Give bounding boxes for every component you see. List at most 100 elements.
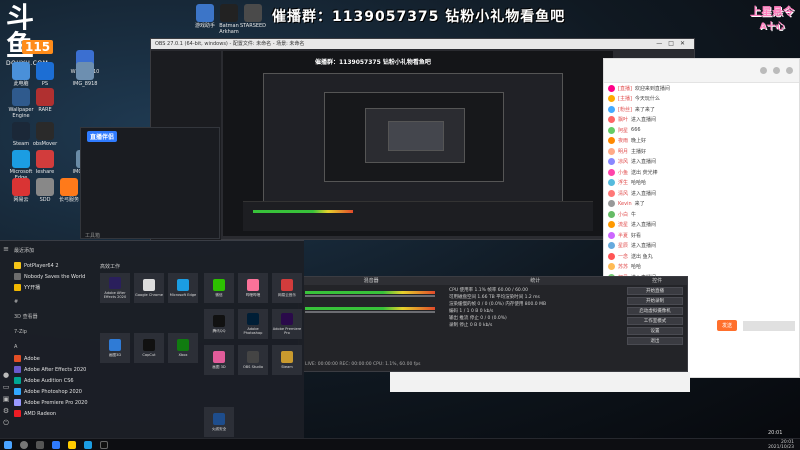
power-icon[interactable]: ⏻ [2, 419, 10, 427]
chat-message[interactable]: 半夏 好看 [604, 230, 799, 241]
helper-side-label[interactable]: 工具箱 [85, 232, 100, 239]
chat-message[interactable]: [粉丝] 来了来了 [604, 104, 799, 115]
search-icon[interactable] [20, 441, 28, 449]
live-helper-window[interactable]: 直播伴侣 工具箱 [80, 127, 220, 239]
pictures-icon[interactable]: ▣ [2, 395, 10, 403]
start-tile[interactable]: OBS Studio [238, 345, 268, 375]
app-list-item[interactable]: AMD Radeon [14, 408, 94, 419]
desktop-icon[interactable]: obsMover [28, 122, 62, 147]
control-button[interactable]: 开始直播 [627, 287, 683, 295]
app-list-item[interactable]: Adobe Photoshop 2020 [14, 386, 94, 397]
obs-mixer-window[interactable]: 混音器 统计 控件 CPU 使用率 1.1% 帧率 60.00 / 60.00 可… [298, 276, 688, 372]
chat-message[interactable]: 飘叶 进入直播间 [604, 115, 799, 126]
chat-message[interactable]: 小白牛 [604, 209, 799, 220]
mixer-track-desktop[interactable] [305, 291, 435, 297]
system-tray[interactable]: 20:01 2021/10/23 [768, 440, 794, 450]
start-tile[interactable]: 网易云音乐 [272, 273, 302, 303]
control-button[interactable]: 设置 [627, 327, 683, 335]
desktop-icon[interactable]: IMG_8918 [68, 62, 102, 87]
desktop-icon[interactable]: Ieshare [28, 150, 62, 175]
start-tile[interactable]: CapCut [134, 333, 164, 363]
start-tile[interactable]: Google Chrome [134, 273, 164, 303]
chat-message[interactable]: 阿星 666 [604, 125, 799, 136]
chat-username[interactable]: 星辰 [618, 242, 628, 249]
chat-message[interactable]: 星辰 进入直播间 [604, 241, 799, 252]
app-group-header[interactable]: 7-Zip [14, 327, 94, 338]
start-tile[interactable]: Adobe After Effects 2020 [100, 273, 130, 303]
control-button[interactable]: 工作室模式 [627, 317, 683, 325]
mixer-track-mic[interactable] [305, 307, 435, 313]
chat-message[interactable]: 浮生 哈哈哈 [604, 178, 799, 189]
chat-message[interactable]: 清风 进入直播间 [604, 188, 799, 199]
chat-username[interactable]: 飘叶 [618, 116, 628, 123]
obs-taskbar-icon[interactable] [100, 441, 108, 449]
chat-toolbar-dot[interactable] [786, 67, 793, 74]
volume-slider[interactable] [305, 295, 435, 297]
chat-message[interactable]: 凉风 进入直播间 [604, 157, 799, 168]
recent-app-item[interactable]: YY开播 [14, 282, 94, 293]
chat-input[interactable] [743, 321, 795, 331]
start-tile[interactable]: Adobe Photoshop [238, 309, 268, 339]
chat-message[interactable]: 苏苏 哈哈 [604, 262, 799, 273]
desktop-icon[interactable]: RARE [28, 88, 62, 113]
recent-app-item[interactable]: Nobody Saves the World [14, 271, 94, 282]
chat-username[interactable]: 浮生 [618, 179, 628, 186]
chat-username[interactable]: [主播] [618, 95, 632, 102]
start-tile[interactable]: 哔哩哔哩 [238, 273, 268, 303]
taskbar-app-icon[interactable] [52, 441, 60, 449]
chat-message[interactable]: 明月 主播好 [604, 146, 799, 157]
chat-username[interactable]: Kevin [618, 201, 632, 207]
chat-username[interactable]: 一念 [618, 253, 628, 260]
start-tile[interactable]: Xbox [168, 333, 198, 363]
chat-message[interactable]: 一念 送出 鱼丸 [604, 251, 799, 262]
chat-send-button[interactable]: 发送 [716, 320, 737, 331]
chat-username[interactable]: [粉丝] [618, 106, 632, 113]
chat-username[interactable]: 明月 [618, 148, 628, 155]
chat-username[interactable]: 凉风 [618, 158, 628, 165]
settings-icon[interactable]: ⚙ [2, 407, 10, 415]
user-icon[interactable]: ● [2, 371, 10, 379]
app-list-item[interactable]: Adobe Premiere Pro 2020 [14, 397, 94, 408]
task-view-icon[interactable] [36, 441, 44, 449]
start-tile[interactable]: 微信 [204, 273, 234, 303]
chat-message[interactable]: [直播] 欢迎来到直播间 [604, 83, 799, 94]
desktop-icon[interactable]: PS [28, 62, 62, 87]
taskbar-app-icon[interactable] [84, 441, 92, 449]
recent-app-item[interactable]: PotPlayer64 2 [14, 260, 94, 271]
start-tile[interactable]: Microsoft Edge [168, 273, 198, 303]
app-list-item[interactable]: Adobe Audition CS6 [14, 375, 94, 386]
app-group-header[interactable]: # [14, 297, 94, 308]
app-list-item[interactable]: Adobe After Effects 2020 [14, 364, 94, 375]
menu-icon[interactable]: ≡ [2, 245, 10, 253]
chat-toolbar-dot[interactable] [760, 67, 767, 74]
chat-username[interactable]: 清风 [618, 190, 628, 197]
start-menu[interactable]: ≡ ● ▭ ▣ ⚙ ⏻ 最近添加 PotPlayer64 2 Nobody Sav… [0, 240, 304, 438]
chat-username[interactable]: 流星 [618, 221, 628, 228]
app-list[interactable]: 最近添加 PotPlayer64 2 Nobody Saves the World… [14, 247, 94, 419]
chat-username[interactable]: 小鱼 [618, 169, 628, 176]
chat-message[interactable]: 流星 进入直播间 [604, 220, 799, 231]
chat-username[interactable]: 半夏 [618, 232, 628, 239]
control-button[interactable]: 开始录制 [627, 297, 683, 305]
window-controls[interactable]: —□✕ [656, 39, 691, 49]
desktop-icon[interactable]: STARSEED [236, 4, 270, 29]
obs-preview-canvas[interactable]: 催播群：1139057375 钻粉小礼物看鱼吧 [223, 51, 613, 236]
chat-message[interactable]: 夜雨 晚上好 [604, 136, 799, 147]
obs-titlebar[interactable]: OBS 27.0.1 (64-bit, windows) - 配置文件: 未命名… [151, 39, 694, 49]
chat-username[interactable]: 夜雨 [618, 137, 628, 144]
app-group-header[interactable]: A [14, 342, 94, 353]
app-group-header[interactable]: 3D 查看器 [14, 312, 94, 323]
chat-username[interactable]: [直播] [618, 85, 632, 92]
chat-username[interactable]: 小白 [618, 211, 628, 218]
chat-username[interactable]: 阿星 [618, 127, 628, 134]
control-button[interactable]: 启动虚拟摄像机 [627, 307, 683, 315]
taskbar-app-icon[interactable] [68, 441, 76, 449]
chat-username[interactable]: 苏苏 [618, 263, 628, 270]
chat-message[interactable]: 小鱼 送出 荧光棒 [604, 167, 799, 178]
start-tile[interactable]: 画图3D [100, 333, 130, 363]
start-tile[interactable]: Steam [272, 345, 302, 375]
documents-icon[interactable]: ▭ [2, 383, 10, 391]
start-tile[interactable]: 画图 3D [204, 345, 234, 375]
start-tile[interactable]: 火绒安全 [204, 407, 234, 437]
start-tile[interactable]: 腾讯QQ [204, 309, 234, 339]
